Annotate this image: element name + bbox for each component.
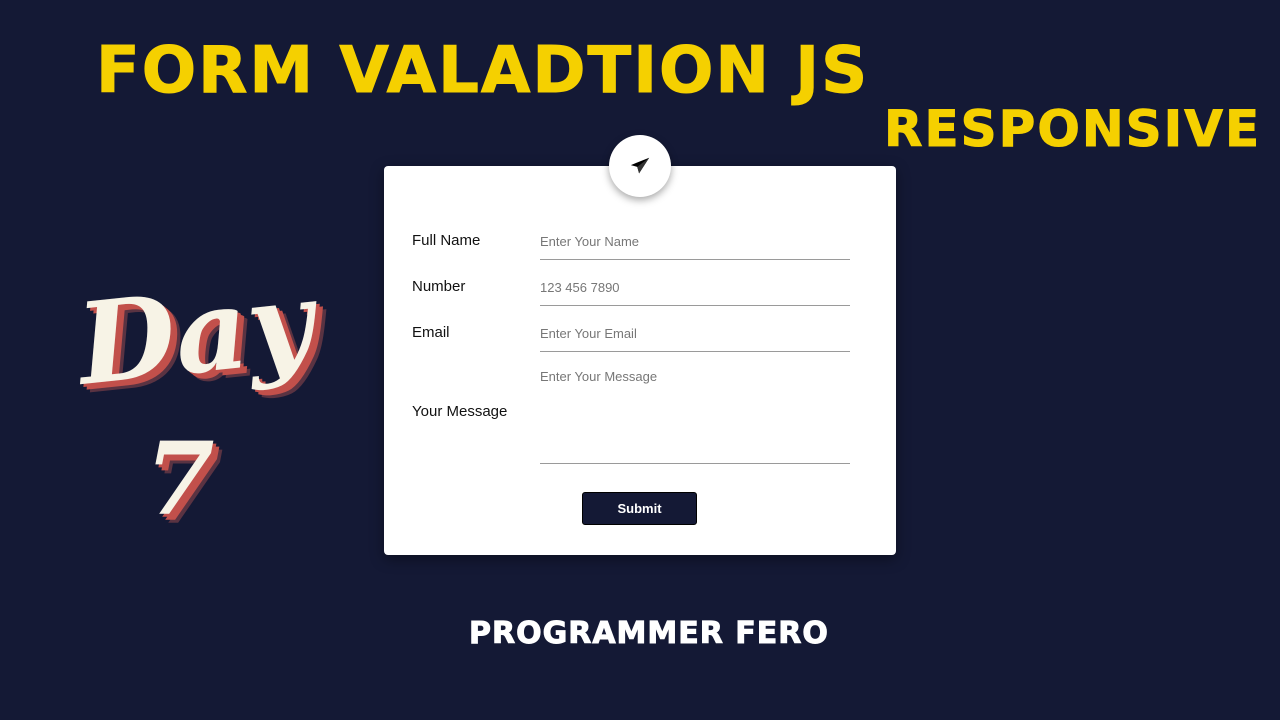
email-input[interactable] [540, 325, 850, 352]
paper-plane-icon [630, 157, 650, 174]
subtitle: RESPONSIVE [883, 100, 1262, 159]
message-label: Your Message [412, 403, 508, 420]
author-name: PROGRAMMER FERO [469, 616, 829, 652]
contact-form: Full Name Number Email Your Message Subm… [384, 166, 896, 555]
submit-button[interactable]: Submit [582, 492, 697, 525]
number-input[interactable] [540, 279, 850, 306]
day-label: Day [71, 256, 319, 411]
form-badge [609, 135, 671, 197]
message-textarea[interactable] [540, 369, 850, 464]
full-name-input[interactable] [540, 233, 850, 260]
day-number: 7 [145, 420, 215, 538]
page-title: FORM VALADTION JS [95, 34, 870, 109]
full-name-label: Full Name [412, 232, 481, 249]
email-label: Email [412, 324, 450, 341]
number-label: Number [412, 278, 466, 295]
